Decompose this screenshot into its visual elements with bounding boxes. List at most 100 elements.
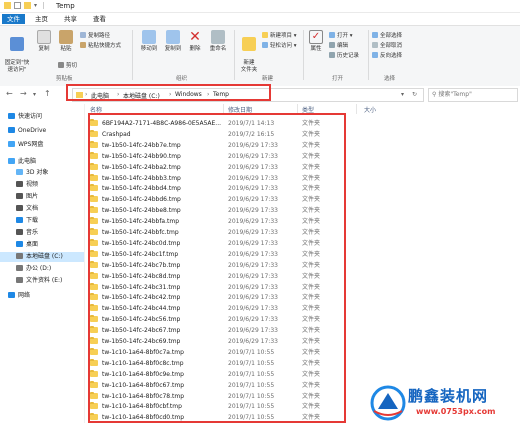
select-all-icon — [372, 32, 378, 38]
quick-access-dropdown-icon[interactable]: ▾ — [34, 2, 41, 9]
move-to-button[interactable]: 移动到 — [138, 30, 160, 53]
select-all-button[interactable]: 全部选择 — [372, 32, 402, 40]
select-none-icon — [372, 42, 378, 48]
copy-path-button[interactable]: 复制路径 — [80, 32, 110, 40]
copy-icon — [37, 30, 51, 44]
invert-selection-button[interactable]: 反向选择 — [372, 52, 402, 60]
sidebar-item-label: 桌面 — [26, 241, 39, 248]
sidebar-item-label: 办公 (D:) — [26, 265, 52, 272]
paste-icon — [59, 30, 73, 44]
forward-arrow-icon[interactable]: → — [20, 89, 27, 98]
edit-icon — [329, 42, 335, 48]
search-placeholder: 搜索"Temp" — [438, 91, 472, 98]
video-icon — [16, 181, 23, 187]
sidebar-item[interactable]: 本地磁盘 (C:) — [0, 252, 84, 262]
search-input[interactable]: ⚲ 搜索"Temp" — [428, 88, 518, 102]
sidebar-item[interactable]: 办公 (D:) — [16, 264, 51, 274]
new-item-button[interactable]: 新建项目 ▾ — [262, 32, 297, 40]
up-arrow-icon[interactable]: ↑ — [44, 89, 51, 98]
copy-button[interactable]: 复制 — [35, 30, 53, 53]
sidebar-item[interactable]: 此电脑 — [8, 157, 36, 167]
paste-shortcut-button[interactable]: 粘贴快捷方式 — [80, 42, 121, 50]
cloud-icon — [8, 127, 15, 133]
group-clipboard-label: 剪贴板 — [56, 76, 73, 82]
picture-icon — [16, 193, 23, 199]
ribbon-divider — [132, 30, 133, 80]
column-divider[interactable] — [356, 104, 357, 114]
refresh-icon[interactable]: ↻ — [412, 91, 417, 98]
copy-path-icon — [80, 32, 86, 38]
star-icon — [8, 113, 15, 119]
history-button[interactable]: 历史记录 — [329, 52, 359, 60]
sidebar-item[interactable]: WPS网盘 — [8, 140, 43, 150]
watermark-url: www.0753px.com — [416, 407, 496, 416]
pin-to-quick-access-button[interactable]: 固定到"快 速访问" — [3, 30, 31, 74]
back-arrow-icon[interactable]: ← — [6, 89, 13, 98]
cube-icon — [16, 169, 23, 175]
tab-home[interactable]: 主页 — [30, 14, 53, 24]
new-folder-button[interactable]: 新建 文件夹 — [238, 30, 260, 74]
new-folder-icon — [242, 37, 256, 51]
select-none-button[interactable]: 全部取消 — [372, 42, 402, 50]
sidebar-item[interactable]: 图片 — [16, 192, 38, 202]
properties-button[interactable]: ✓ 属性 — [307, 30, 325, 53]
sidebar-item[interactable]: 视频 — [16, 180, 38, 190]
paste-button[interactable]: 粘贴 — [57, 30, 75, 53]
drive-icon — [16, 253, 23, 259]
new-item-icon — [262, 32, 268, 38]
sidebar-item-label: 本地磁盘 (C:) — [26, 253, 63, 260]
highlight-box-address — [66, 84, 271, 101]
copy-to-icon — [166, 30, 180, 44]
cut-button[interactable]: 剪切 — [58, 62, 77, 70]
sidebar-item[interactable]: 音乐 — [16, 228, 38, 238]
recent-locations-icon[interactable]: ▾ — [33, 91, 36, 98]
ribbon-tabs: 文件 主页 共享 查看 — [0, 13, 520, 25]
easy-access-icon — [262, 42, 268, 48]
new-folder-icon[interactable] — [24, 2, 31, 9]
invert-selection-icon — [372, 52, 378, 58]
pin-icon — [10, 37, 24, 51]
drive-icon — [16, 277, 23, 283]
easy-access-button[interactable]: 轻松访问 ▾ — [262, 42, 297, 50]
ribbon-divider — [303, 30, 304, 80]
tab-view[interactable]: 查看 — [88, 14, 111, 24]
tab-file[interactable]: 文件 — [2, 14, 25, 24]
properties-icon[interactable] — [14, 2, 21, 9]
sidebar-item[interactable]: 快速访问 — [8, 112, 42, 122]
watermark: 鹏鑫装机网 www.0753px.com — [368, 383, 518, 423]
open-button[interactable]: 打开 ▾ — [329, 32, 353, 40]
highlight-box-file-list — [88, 113, 346, 423]
sidebar-item[interactable]: 文档 — [16, 204, 38, 214]
chevron-down-icon[interactable]: ▾ — [401, 91, 404, 98]
rename-button[interactable]: 重命名 — [207, 30, 229, 53]
delete-button[interactable]: ✕ 删除 — [187, 30, 203, 53]
sidebar-item-label: 文档 — [26, 205, 39, 212]
scissors-icon — [58, 62, 64, 68]
search-icon: ⚲ — [432, 91, 437, 98]
sidebar-item[interactable]: OneDrive — [8, 126, 46, 136]
edit-button[interactable]: 编辑 — [329, 42, 348, 50]
sidebar-item[interactable]: 文件资料 (E:) — [16, 276, 62, 286]
copy-to-button[interactable]: 复制到 — [162, 30, 184, 53]
open-icon — [329, 32, 335, 38]
ribbon-divider — [234, 30, 235, 80]
tab-share[interactable]: 共享 — [59, 14, 82, 24]
sidebar-item-label: 快速访问 — [18, 113, 43, 120]
sidebar-item-label: 此电脑 — [18, 158, 37, 165]
document-icon — [16, 205, 23, 211]
sidebar-item[interactable]: 下载 — [16, 216, 38, 226]
sidebar-item-label: 图片 — [26, 193, 39, 200]
computer-icon — [8, 158, 15, 164]
navigation-pane: 快速访问 OneDrive WPS网盘此电脑 3D 对象视频图片文档下载音乐桌面本地磁… — [0, 104, 85, 423]
folder-icon — [4, 2, 11, 9]
sidebar-item-label: OneDrive — [18, 127, 47, 134]
sidebar-item-label: 文件资料 (E:) — [26, 277, 63, 284]
sidebar-item[interactable]: 3D 对象 — [16, 168, 48, 178]
ribbon: 固定到"快 速访问" 复制 粘贴 复制路径 粘贴快捷方式 剪切 剪贴板 移动到 … — [0, 25, 520, 87]
sidebar-item[interactable]: 桌面 — [16, 240, 38, 250]
properties-check-icon: ✓ — [309, 30, 323, 44]
sidebar-item[interactable]: 网络 — [8, 291, 30, 301]
sidebar-item-label: 网络 — [18, 292, 31, 299]
music-icon — [16, 229, 23, 235]
column-header-size[interactable]: 大小 — [364, 105, 376, 114]
